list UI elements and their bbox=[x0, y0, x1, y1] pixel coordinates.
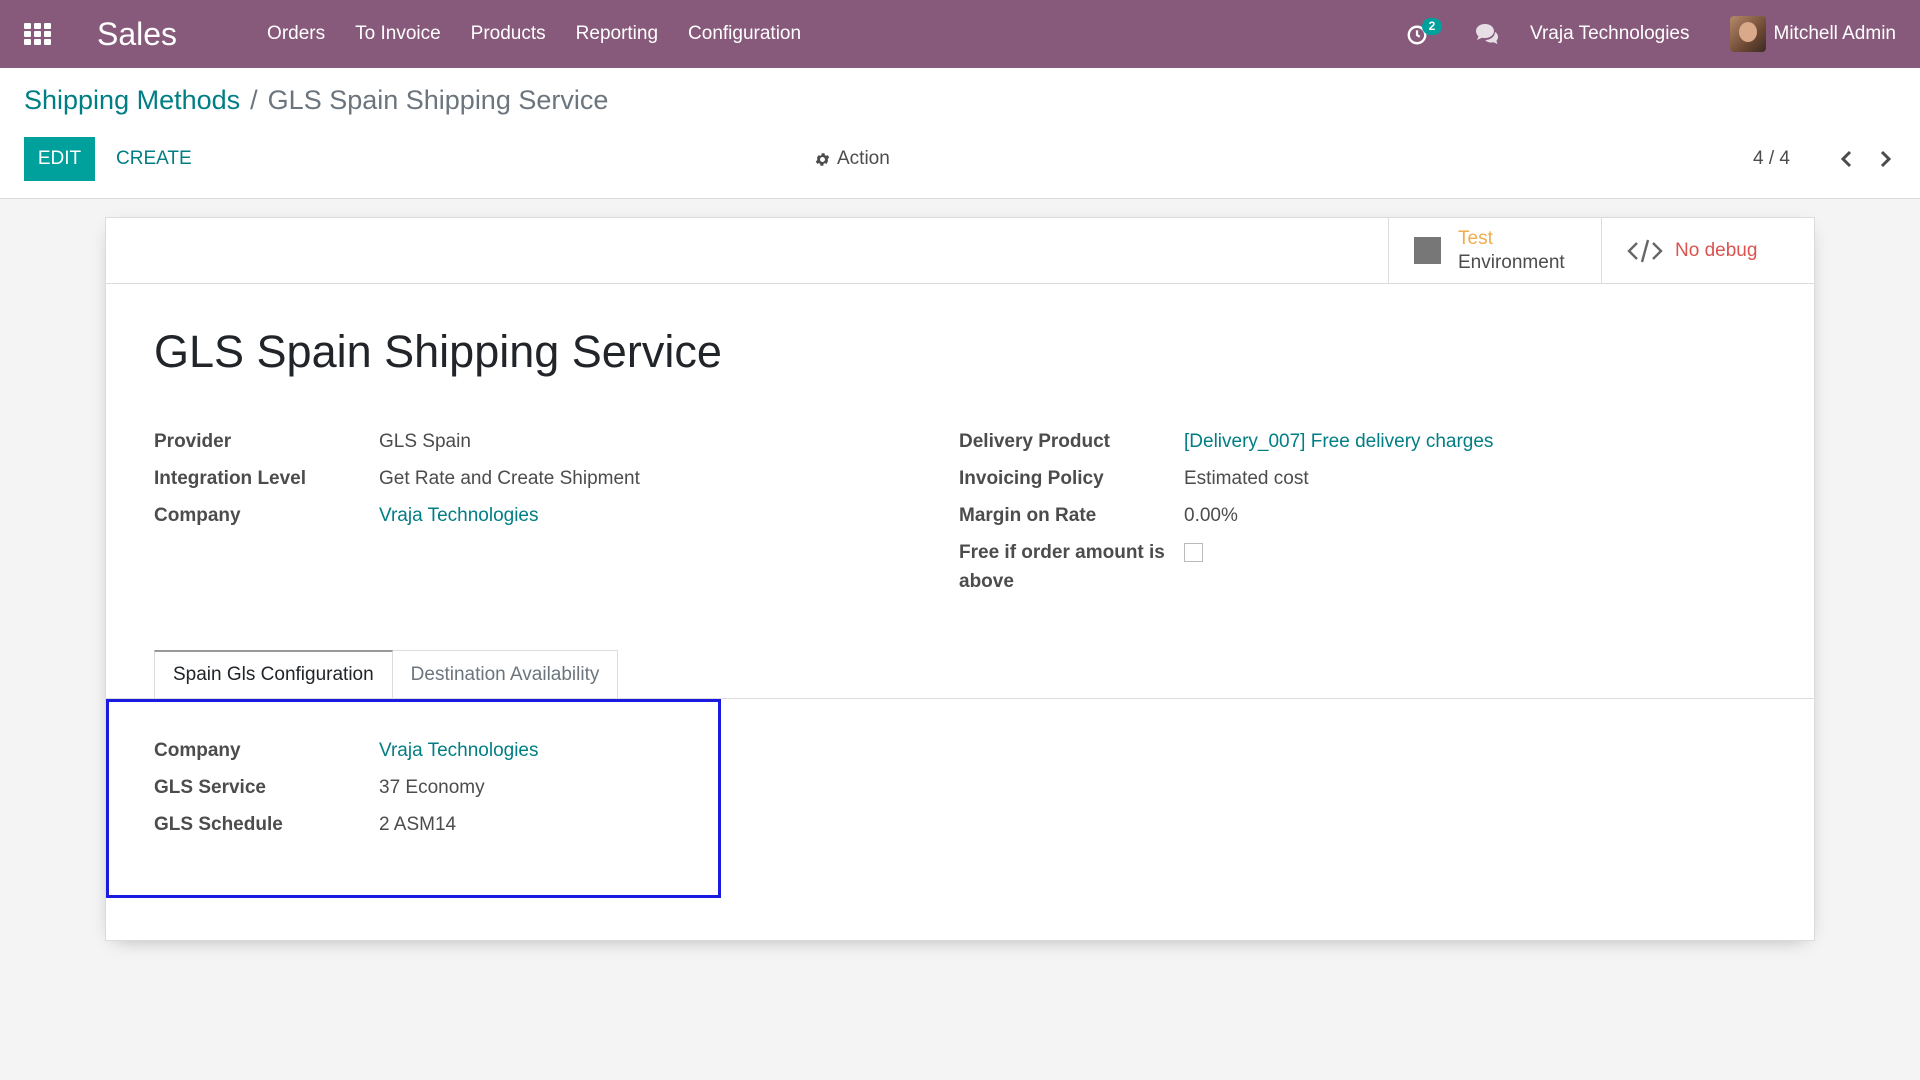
environment-toggle-icon bbox=[1414, 237, 1441, 264]
debug-label: No debug bbox=[1675, 239, 1758, 261]
left-field-group: Provider GLS Spain Integration Level Get… bbox=[154, 427, 640, 538]
main-menu: Orders To Invoice Products Reporting Con… bbox=[252, 23, 816, 45]
control-panel: Shipping Methods / GLS Spain Shipping Se… bbox=[0, 68, 1920, 199]
field-value: 37 Economy bbox=[379, 777, 485, 798]
chat-icon[interactable] bbox=[1474, 22, 1500, 46]
chevron-right-icon bbox=[1880, 150, 1892, 168]
field-delivery-product: Delivery Product [Delivery_007] Free del… bbox=[959, 427, 1493, 456]
menu-item-reporting[interactable]: Reporting bbox=[561, 23, 673, 45]
activity-button[interactable]: 2 bbox=[1406, 18, 1442, 48]
field-label: Margin on Rate bbox=[959, 505, 1097, 526]
field-label: Provider bbox=[154, 431, 232, 452]
field-gls-company: Company Vraja Technologies bbox=[154, 736, 539, 765]
notebook-tabs: Spain Gls Configuration Destination Avai… bbox=[154, 650, 619, 699]
action-dropdown[interactable]: Action bbox=[814, 137, 890, 181]
button-box: Test Environment No debug bbox=[1388, 218, 1814, 284]
field-label: GLS Service bbox=[154, 777, 266, 798]
field-margin-on-rate: Margin on Rate 0.00% bbox=[959, 501, 1493, 530]
create-button[interactable]: CREATE bbox=[116, 137, 192, 181]
field-label: Free if order amount is above bbox=[959, 542, 1165, 592]
tab-field-group: Company Vraja Technologies GLS Service 3… bbox=[154, 736, 539, 847]
field-value: GLS Spain bbox=[379, 431, 471, 452]
pager-next-button[interactable] bbox=[1866, 137, 1906, 181]
debug-button[interactable]: No debug bbox=[1601, 218, 1814, 283]
pager-value[interactable]: 4 / 4 bbox=[1753, 137, 1790, 181]
field-label: Delivery Product bbox=[959, 431, 1110, 452]
activity-count-badge: 2 bbox=[1422, 18, 1442, 35]
app-name[interactable]: Sales bbox=[97, 16, 177, 53]
field-free-over: Free if order amount is above bbox=[959, 538, 1493, 596]
field-invoicing-policy: Invoicing Policy Estimated cost bbox=[959, 464, 1493, 493]
breadcrumb-shipping-methods[interactable]: Shipping Methods bbox=[24, 85, 240, 116]
tab-destination-availability[interactable]: Destination Availability bbox=[392, 650, 619, 699]
menu-item-orders[interactable]: Orders bbox=[252, 23, 340, 45]
company-switcher[interactable]: Vraja Technologies bbox=[1530, 23, 1690, 45]
chevron-left-icon bbox=[1840, 150, 1852, 168]
environment-button[interactable]: Test Environment bbox=[1388, 218, 1601, 283]
field-label: Invoicing Policy bbox=[959, 468, 1104, 489]
environment-test-label: Test bbox=[1458, 227, 1493, 249]
menu-item-to-invoice[interactable]: To Invoice bbox=[340, 23, 456, 45]
environment-label: Environment bbox=[1458, 251, 1565, 273]
user-avatar[interactable] bbox=[1729, 16, 1766, 52]
breadcrumb: Shipping Methods / GLS Spain Shipping Se… bbox=[24, 85, 608, 116]
field-label: Company bbox=[154, 740, 241, 761]
form-sheet: Test Environment No debug GLS Spain Ship… bbox=[105, 217, 1815, 941]
user-menu[interactable]: Mitchell Admin bbox=[1774, 23, 1897, 45]
right-field-group: Delivery Product [Delivery_007] Free del… bbox=[959, 427, 1493, 604]
action-label: Action bbox=[837, 148, 890, 169]
field-value: 0.00% bbox=[1184, 505, 1238, 526]
field-company: Company Vraja Technologies bbox=[154, 501, 640, 530]
top-navbar: Sales Orders To Invoice Products Reporti… bbox=[0, 0, 1920, 68]
field-label: GLS Schedule bbox=[154, 814, 283, 835]
menu-item-configuration[interactable]: Configuration bbox=[673, 23, 816, 45]
breadcrumb-separator: / bbox=[250, 85, 258, 115]
field-value: 2 ASM14 bbox=[379, 814, 457, 835]
pager-previous-button[interactable] bbox=[1826, 137, 1866, 181]
gls-company-link[interactable]: Vraja Technologies bbox=[379, 736, 539, 765]
tab-spain-gls-configuration[interactable]: Spain Gls Configuration bbox=[154, 650, 393, 699]
gear-icon bbox=[815, 152, 830, 166]
apps-menu-icon[interactable] bbox=[24, 23, 52, 45]
field-value: Get Rate and Create Shipment bbox=[379, 468, 640, 489]
free-over-checkbox[interactable] bbox=[1184, 543, 1203, 562]
field-gls-service: GLS Service 37 Economy bbox=[154, 773, 539, 802]
edit-button[interactable]: EDIT bbox=[24, 137, 95, 181]
field-provider: Provider GLS Spain bbox=[154, 427, 640, 456]
field-gls-schedule: GLS Schedule 2 ASM14 bbox=[154, 810, 539, 839]
field-label: Integration Level bbox=[154, 468, 307, 489]
field-integration-level: Integration Level Get Rate and Create Sh… bbox=[154, 464, 640, 493]
menu-item-products[interactable]: Products bbox=[456, 23, 561, 45]
breadcrumb-current: GLS Spain Shipping Service bbox=[267, 85, 609, 115]
delivery-product-link[interactable]: [Delivery_007] Free delivery charges bbox=[1184, 427, 1493, 456]
field-label: Company bbox=[154, 505, 241, 526]
code-icon bbox=[1627, 239, 1663, 262]
record-title: GLS Spain Shipping Service bbox=[154, 326, 722, 377]
company-link[interactable]: Vraja Technologies bbox=[379, 501, 539, 530]
field-value: Estimated cost bbox=[1184, 468, 1309, 489]
